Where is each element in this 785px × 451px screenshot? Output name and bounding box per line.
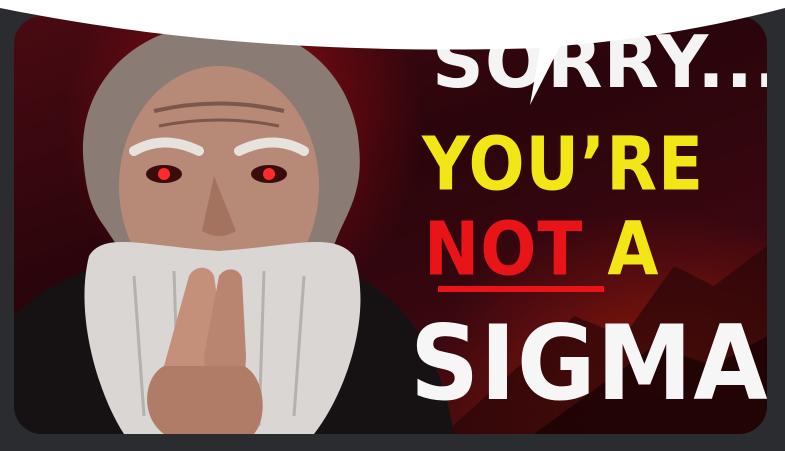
speech-bubble-overlay — [0, 0, 785, 105]
video-card[interactable]: SORRY... YOU’RE NOT A SIGMA — [0, 0, 785, 451]
